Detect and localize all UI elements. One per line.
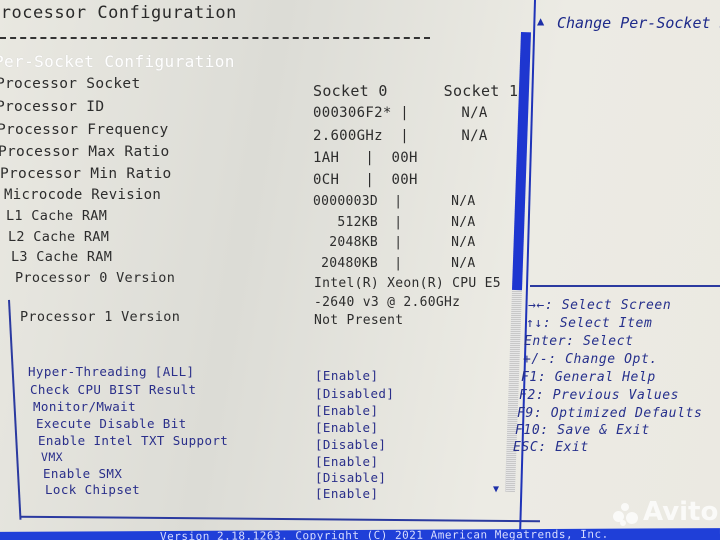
panel-left-border — [8, 299, 22, 520]
key-hint-general-help: F1: General Help — [521, 370, 656, 385]
info-value-max-ratio: 1AH | 00H — [313, 150, 418, 166]
info-value-l3-cache: 20480KB | N/A — [313, 256, 476, 271]
scroll-down-arrow-icon[interactable]: ▼ — [493, 484, 499, 495]
avito-logo-icon — [613, 503, 639, 527]
key-hint-esc-exit: ESC: Exit — [513, 440, 589, 455]
info-value-processor-0-version-line2: -2640 v3 @ 2.60GHz — [314, 295, 461, 310]
option-label-enable-smx[interactable]: Enable SMX — [43, 466, 122, 481]
info-value-processor-1-version: Not Present — [314, 313, 404, 328]
option-label-lock-chipset[interactable]: Lock Chipset — [45, 482, 140, 497]
per-socket-config-item[interactable]: Per-Socket Configuration — [0, 52, 235, 71]
avito-watermark-text: Avito — [643, 497, 719, 527]
option-value-check-cpu-bist[interactable]: [Disabled] — [315, 386, 394, 401]
info-label-microcode-revision: Microcode Revision — [4, 187, 162, 203]
option-value-intel-txt-support[interactable]: [Disable] — [315, 437, 386, 452]
info-label-min-ratio: Processor Min Ratio — [0, 166, 172, 182]
info-label-processor-id: Processor ID — [0, 99, 105, 115]
key-hint-change-opt: +/-: Change Opt. — [523, 352, 658, 367]
info-label-l3-cache: L3 Cache RAM — [11, 249, 113, 265]
key-hint-select-screen: →←: Select Screen — [528, 298, 672, 313]
footer-version-text: Version 2.18.1263. Copyright (C) 2021 Am… — [159, 527, 609, 540]
option-value-enable-smx[interactable]: [Disable] — [315, 470, 386, 485]
info-value-processor-frequency: 2.600GHz | N/A — [313, 128, 488, 144]
info-value-min-ratio: 0CH | 00H — [313, 172, 418, 188]
option-label-hyper-threading[interactable]: Hyper-Threading [ALL] — [28, 364, 194, 379]
option-label-execute-disable-bit[interactable]: Execute Disable Bit — [36, 416, 187, 431]
info-label-processor-socket: Processor Socket — [0, 76, 141, 92]
option-value-vmx[interactable]: [Enable] — [315, 454, 378, 469]
key-hint-save-exit: F10: Save & Exit — [515, 423, 650, 438]
info-value-processor-id: 000306F2* | N/A — [313, 105, 488, 121]
info-label-l2-cache: L2 Cache RAM — [8, 229, 110, 245]
option-label-monitor-mwait[interactable]: Monitor/Mwait — [33, 399, 136, 414]
option-label-intel-txt-support[interactable]: Enable Intel TXT Support — [38, 433, 228, 448]
option-value-lock-chipset[interactable]: [Enable] — [315, 486, 378, 501]
bios-screen: Processor Configuration Per-Socket Confi… — [0, 0, 720, 540]
info-value-l2-cache: 2048KB | N/A — [313, 235, 476, 250]
info-label-processor-0-version: Processor 0 Version — [15, 270, 176, 286]
option-value-hyper-threading[interactable]: [Enable] — [315, 368, 378, 383]
option-value-monitor-mwait[interactable]: [Enable] — [315, 403, 378, 418]
option-label-vmx[interactable]: VMX — [41, 450, 63, 464]
info-value-microcode-revision: 0000003D | N/A — [313, 194, 476, 209]
info-value-processor-0-version-line1: Intel(R) Xeon(R) CPU E5 — [314, 276, 501, 291]
info-label-processor-1-version: Processor 1 Version — [20, 309, 181, 325]
key-hint-previous-values: F2: Previous Values — [519, 388, 680, 403]
scroll-up-arrow-icon[interactable]: ▲ — [537, 14, 544, 28]
key-hint-optimized-defaults: F9: Optimized Defaults — [517, 406, 703, 421]
help-separator — [530, 285, 720, 287]
info-value-l1-cache: 512KB | N/A — [313, 215, 476, 230]
info-label-l1-cache: L1 Cache RAM — [6, 208, 108, 224]
help-description: Change Per-Socket S — [557, 14, 720, 32]
key-hint-enter-select: Enter: Select — [524, 334, 634, 349]
option-label-check-cpu-bist[interactable]: Check CPU BIST Result — [30, 382, 196, 397]
info-value-processor-socket: Socket 0 Socket 1 — [313, 82, 519, 100]
page-title: Processor Configuration — [0, 3, 237, 23]
option-value-execute-disable-bit[interactable]: [Enable] — [315, 420, 378, 435]
info-label-max-ratio: Processor Max Ratio — [0, 144, 170, 160]
footer-bar: Version 2.18.1263. Copyright (C) 2021 Am… — [0, 528, 720, 540]
info-label-processor-frequency: Processor Frequency — [0, 122, 169, 138]
key-hint-select-item: ↑↓: Select Item — [526, 316, 653, 331]
panel-bottom-border — [20, 515, 540, 523]
title-divider — [0, 37, 430, 39]
